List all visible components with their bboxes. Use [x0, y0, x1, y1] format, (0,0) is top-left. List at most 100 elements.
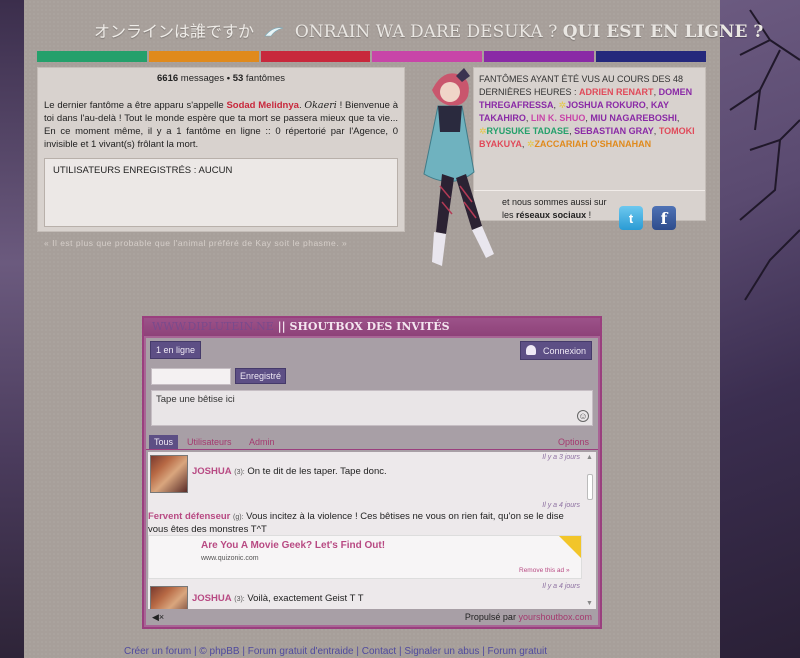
shout-level: (3): [234, 596, 245, 603]
shoutbox: WWW.DIPLUTEIN.NE || SHOUTBOX DES INVITÉS… [142, 316, 602, 629]
messages-label: messages [180, 73, 225, 84]
tab-users[interactable]: Utilisateurs [182, 435, 237, 449]
anime-character-illustration [423, 68, 494, 266]
color-stripe-bar [37, 51, 706, 62]
avatar[interactable] [150, 586, 188, 609]
shoutbox-footer: ◀× Propulsé par yourshoutbox.com [146, 610, 598, 625]
shout-time: Il y a 3 jours [542, 454, 580, 461]
shout-level: (3): [234, 469, 245, 476]
ghost-name-link[interactable]: ZACCARIAH O'SHANAHAN [534, 139, 651, 149]
stripe-navy [596, 51, 706, 62]
twitter-icon[interactable]: t [619, 206, 643, 230]
shout-message: JOSHUA (3): On te dit de les taper. Tape… [148, 452, 582, 496]
scroll-down-icon[interactable]: ▼ [586, 600, 593, 607]
banner-title: オンラインは誰ですか ONRAIN WA DARE DESUKA ? QUI E… [94, 18, 763, 46]
shout-line: JOSHUA (3): Voilà, exactement Geist T T [192, 593, 364, 604]
quote-text: « Il est plus que probable que l'animal … [44, 238, 348, 248]
login-button[interactable]: Connexion [520, 341, 593, 360]
ad-remove-link[interactable]: Remove this ad » [519, 567, 570, 574]
registered-users-box: UTILISATEURS ENREGISTRÉS : AUCUN [44, 158, 398, 227]
stripe-pink [372, 51, 483, 62]
powered-link[interactable]: yourshoutbox.com [518, 612, 592, 622]
ad-corner-badge [559, 536, 581, 558]
okaeri-text: Okaeri [304, 100, 337, 111]
message-input[interactable]: Tape une bêtise ici ☺ [151, 390, 593, 426]
avatar[interactable] [150, 455, 188, 493]
shout-message: JOSHUA (3): Voilà, exactement Geist T T … [148, 581, 582, 609]
stripe-purple [484, 51, 595, 62]
ribbon-icon [264, 27, 284, 37]
stripe-red [260, 51, 371, 62]
registered-users-text: UTILISATEURS ENREGISTRÉS : AUCUN [53, 165, 233, 176]
banner-japanese: オンラインは誰ですか [94, 22, 255, 41]
social-networks-label: réseaux sociaux [516, 210, 587, 220]
tree-branches-decoration [729, 9, 800, 301]
shout-username[interactable]: JOSHUA [192, 593, 232, 604]
online-count-button[interactable]: 1 en ligne [150, 341, 202, 359]
user-icon [526, 345, 536, 355]
shout-time: Il y a 4 jours [542, 502, 580, 509]
shoutbox-messages: JOSHUA (3): On te dit de les taper. Tape… [148, 452, 596, 609]
scroll-up-icon[interactable]: ▲ [586, 454, 593, 461]
shout-text: On te dit de les taper. Tape donc. [247, 466, 387, 477]
forum-page: オンラインは誰ですか ONRAIN WA DARE DESUKA ? QUI E… [24, 0, 763, 658]
shout-level: (g): [233, 514, 244, 521]
shout-username[interactable]: JOSHUA [192, 466, 232, 477]
shout-line: JOSHUA (3): On te dit de les taper. Tape… [192, 466, 387, 477]
banner-french: QUI EST EN LIGNE ? [562, 22, 764, 42]
facebook-icon[interactable]: f [652, 206, 676, 230]
shout-message: Fervent défenseur (g): Vous incitez à la… [148, 500, 582, 536]
messages-count: 6616 [157, 73, 179, 84]
shoutbox-scrollbar[interactable]: ▲ ▼ [584, 452, 596, 609]
smiley-icon[interactable]: ☺ [577, 410, 589, 422]
tab-all[interactable]: Tous [149, 435, 179, 449]
shout-time: Il y a 4 jours [542, 583, 580, 590]
shoutbox-separator: || [277, 320, 286, 333]
shoutbox-title: SHOUTBOX DES INVITÉS [289, 320, 450, 333]
ghosts-count: 53 [232, 73, 244, 84]
shoutbox-tabs: Tous Utilisateurs Admin Options [146, 435, 598, 450]
advertisement[interactable]: Are You A Movie Geek? Let's Find Out! ww… [148, 535, 582, 579]
ghost-name-link[interactable]: ADRIEN RENART [579, 87, 654, 97]
shoutbox-site-name: WWW.DIPLUTEIN.NE [152, 320, 274, 333]
ghost-name-link[interactable]: JOSHUA ROKURO [566, 100, 646, 110]
background-right-panel [720, 0, 800, 658]
scroll-thumb[interactable] [587, 474, 593, 500]
star-icon: ✲ [558, 100, 567, 110]
latest-member-link[interactable]: Sodad Melidnya [226, 100, 298, 111]
stats-counts: 6616 messages • 53 fantômes [44, 72, 398, 85]
latest-member-prefix: Le dernier fantôme a être apparu s'appel… [44, 100, 224, 111]
recent-ghosts-list: FANTÔMES AYANT ÉTÉ VUS AU COURS DES 48 D… [479, 73, 700, 151]
social-text-a: et nous sommes aussi sur [502, 197, 607, 207]
recent-ghosts-box: FANTÔMES AYANT ÉTÉ VUS AU COURS DES 48 D… [473, 67, 706, 230]
sound-icon[interactable]: ◀× [152, 612, 164, 623]
shout-line: Fervent défenseur (g): Vous incitez à la… [148, 511, 582, 536]
message-placeholder: Tape une bêtise ici [156, 394, 235, 405]
powered-prefix: Propulsé par [464, 612, 516, 622]
footer-links[interactable]: Créer un forum | © phpBB | Forum gratuit… [124, 646, 547, 657]
stripe-orange [148, 51, 259, 62]
nickname-input[interactable] [151, 368, 231, 385]
stats-separator: • [226, 73, 231, 84]
shoutbox-body: 1 en ligne Connexion Enregistré Tape une… [146, 338, 598, 625]
tab-admin[interactable]: Admin [244, 435, 280, 449]
login-label: Connexion [543, 346, 587, 356]
options-button[interactable]: Options [553, 435, 594, 449]
stripe-green [37, 51, 147, 62]
ghost-name-link[interactable]: LIN K. SHUO [531, 113, 586, 123]
ad-url: www.quizonic.com [201, 555, 259, 562]
banner-romaji: ONRAIN WA DARE DESUKA ? [294, 22, 558, 42]
ghost-name-link[interactable]: MIU NAGAREBOSHI [590, 113, 677, 123]
social-text-end: ! [588, 210, 592, 220]
ghost-name-link[interactable]: SEBASTIAN GRAY [574, 126, 654, 136]
background-left-panel [0, 0, 24, 658]
powered-by: Propulsé par yourshoutbox.com [465, 612, 592, 622]
stats-description: Le dernier fantôme a être apparu s'appel… [44, 100, 398, 150]
forum-stats-box: 6616 messages • 53 fantômes Le dernier f… [37, 67, 405, 232]
registered-button[interactable]: Enregistré [235, 368, 287, 384]
ghosts-label: fantômes [245, 73, 285, 84]
shout-username[interactable]: Fervent défenseur [148, 511, 230, 522]
shout-text: Voilà, exactement Geist T T [247, 593, 364, 604]
shoutbox-header: WWW.DIPLUTEIN.NE || SHOUTBOX DES INVITÉS [144, 318, 600, 336]
ad-title[interactable]: Are You A Movie Geek? Let's Find Out! [201, 540, 385, 551]
